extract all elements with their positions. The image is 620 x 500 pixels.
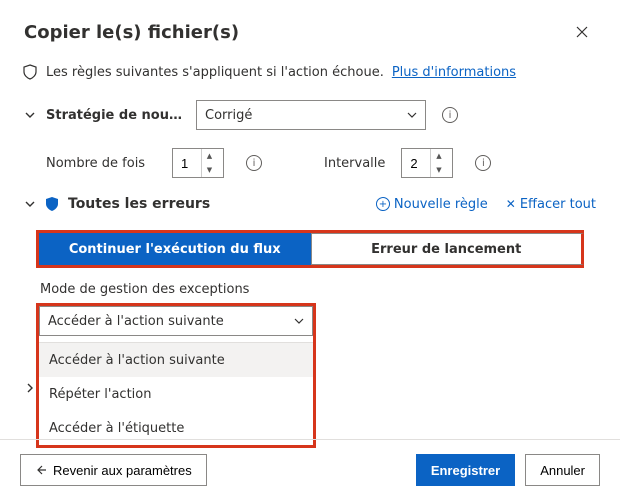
- mode-option-next[interactable]: Accéder à l'action suivante: [39, 343, 313, 377]
- count-label: Nombre de fois: [46, 156, 156, 171]
- interval-stepper[interactable]: ▲ ▼: [401, 148, 453, 178]
- new-rule-button[interactable]: + Nouvelle règle: [376, 197, 488, 212]
- clear-all-button[interactable]: ✕ Effacer tout: [506, 197, 596, 212]
- x-icon: ✕: [506, 197, 516, 211]
- interval-input[interactable]: [402, 155, 430, 172]
- interval-down-button[interactable]: ▼: [431, 163, 446, 177]
- plus-icon: +: [376, 197, 390, 211]
- count-down-button[interactable]: ▼: [202, 163, 217, 177]
- clear-all-label: Effacer tout: [520, 197, 596, 212]
- back-button[interactable]: Revenir aux paramètres: [20, 454, 207, 486]
- mode-option-list: Accéder à l'action suivante Répéter l'ac…: [39, 342, 313, 445]
- chevron-down-icon: [294, 316, 304, 326]
- info-icon[interactable]: i: [442, 107, 458, 123]
- chevron-right-icon[interactable]: [24, 382, 36, 394]
- close-icon: [576, 26, 588, 38]
- more-info-link[interactable]: Plus d'informations: [392, 65, 516, 80]
- strategy-label: Stratégie de nouv…: [46, 108, 186, 123]
- mode-selected-value: Accéder à l'action suivante: [48, 314, 224, 329]
- count-stepper[interactable]: ▲ ▼: [172, 148, 224, 178]
- interval-label: Intervalle: [324, 156, 385, 171]
- mode-label: Mode de gestion des exceptions: [0, 282, 620, 303]
- mode-select[interactable]: Accéder à l'action suivante: [39, 306, 313, 336]
- back-label: Revenir aux paramètres: [53, 463, 192, 478]
- count-up-button[interactable]: ▲: [202, 149, 217, 163]
- info-icon[interactable]: i: [246, 155, 262, 171]
- chevron-down-icon[interactable]: [24, 109, 36, 121]
- all-errors-label: Toutes les erreurs: [68, 196, 210, 212]
- tab-continue[interactable]: Continuer l'exécution du flux: [39, 233, 311, 265]
- cancel-button[interactable]: Annuler: [525, 454, 600, 486]
- chevron-down-icon: [407, 110, 417, 120]
- mode-option-repeat[interactable]: Répéter l'action: [39, 377, 313, 411]
- dialog-title: Copier le(s) fichier(s): [24, 22, 239, 43]
- shield-icon: [22, 64, 38, 80]
- info-icon[interactable]: i: [475, 155, 491, 171]
- tab-throw[interactable]: Erreur de lancement: [311, 233, 585, 265]
- close-button[interactable]: [568, 18, 596, 46]
- strategy-select[interactable]: Corrigé: [196, 100, 426, 130]
- arrow-left-icon: [35, 464, 47, 476]
- new-rule-label: Nouvelle règle: [394, 197, 488, 212]
- chevron-down-icon[interactable]: [24, 198, 36, 210]
- count-input[interactable]: [173, 155, 201, 172]
- save-button[interactable]: Enregistrer: [416, 454, 515, 486]
- shield-icon: [44, 196, 60, 212]
- interval-up-button[interactable]: ▲: [431, 149, 446, 163]
- strategy-value: Corrigé: [205, 108, 252, 123]
- info-text: Les règles suivantes s'appliquent si l'a…: [46, 65, 384, 80]
